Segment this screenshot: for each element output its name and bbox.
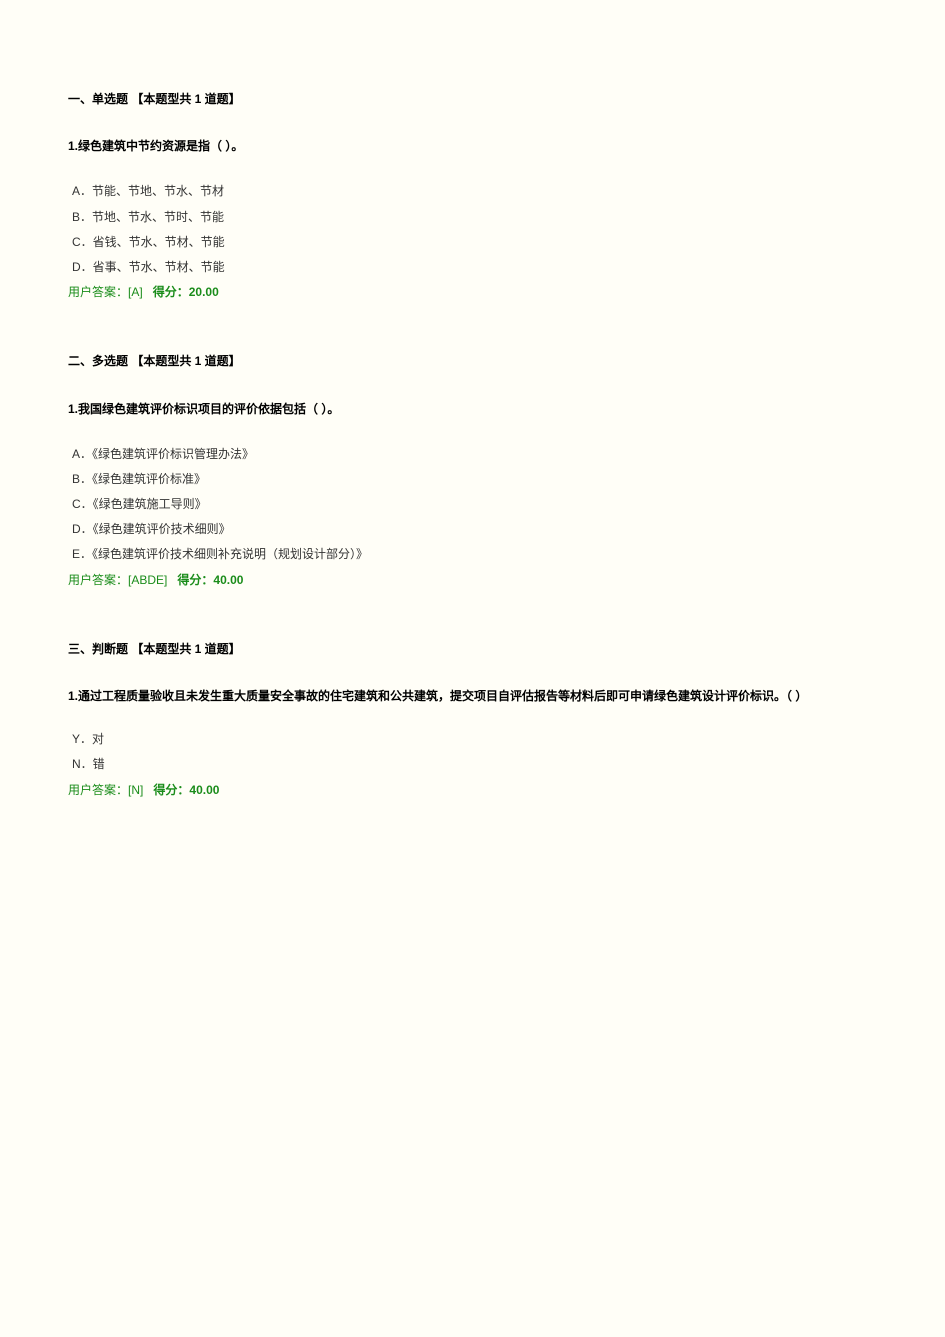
question-text-1: 1.绿色建筑中节约资源是指（ ）。: [68, 137, 877, 156]
option-1-c: C．省钱、节水、节材、节能: [68, 233, 877, 252]
answer-value-2: [ABDE]: [128, 573, 167, 587]
score-label-1: 得分：: [153, 285, 189, 299]
option-2-a: A．《绿色建筑评价标识管理办法》: [68, 445, 877, 464]
answer-label-2: 用户答案：: [68, 573, 128, 587]
option-1-d: D．省事、节水、节材、节能: [68, 258, 877, 277]
score-value-1: 20.00: [189, 285, 219, 299]
option-3-n: N．错: [68, 755, 877, 774]
option-2-b: B．《绿色建筑评价标准》: [68, 470, 877, 489]
answer-value-1: [A]: [128, 285, 143, 299]
score-label-2: 得分：: [177, 573, 213, 587]
answer-value-3: [N]: [128, 783, 143, 797]
score-value-3: 40.00: [189, 783, 219, 797]
section-header-3: 三、判断题 【本题型共 1 道题】: [68, 640, 877, 659]
answer-label-3: 用户答案：: [68, 783, 128, 797]
question-text-2: 1.我国绿色建筑评价标识项目的评价依据包括（ ）。: [68, 400, 877, 419]
option-3-y: Y．对: [68, 730, 877, 749]
section-header-2: 二、多选题 【本题型共 1 道题】: [68, 352, 877, 371]
answer-line-1: 用户答案：[A] 得分：20.00: [68, 283, 877, 302]
option-1-b: B．节地、节水、节时、节能: [68, 208, 877, 227]
option-2-e: E．《绿色建筑评价技术细则补充说明（规划设计部分）》: [68, 545, 877, 564]
answer-line-2: 用户答案：[ABDE] 得分：40.00: [68, 571, 877, 590]
score-label-3: 得分：: [153, 783, 189, 797]
option-1-a: A．节能、节地、节水、节材: [68, 182, 877, 201]
question-text-3: 1.通过工程质量验收且未发生重大质量安全事故的住宅建筑和公共建筑，提交项目自评估…: [68, 687, 877, 706]
option-2-d: D．《绿色建筑评价技术细则》: [68, 520, 877, 539]
answer-label-1: 用户答案：: [68, 285, 128, 299]
option-2-c: C．《绿色建筑施工导则》: [68, 495, 877, 514]
section-header-1: 一、单选题 【本题型共 1 道题】: [68, 90, 877, 109]
answer-line-3: 用户答案：[N] 得分：40.00: [68, 781, 877, 800]
score-value-2: 40.00: [213, 573, 243, 587]
